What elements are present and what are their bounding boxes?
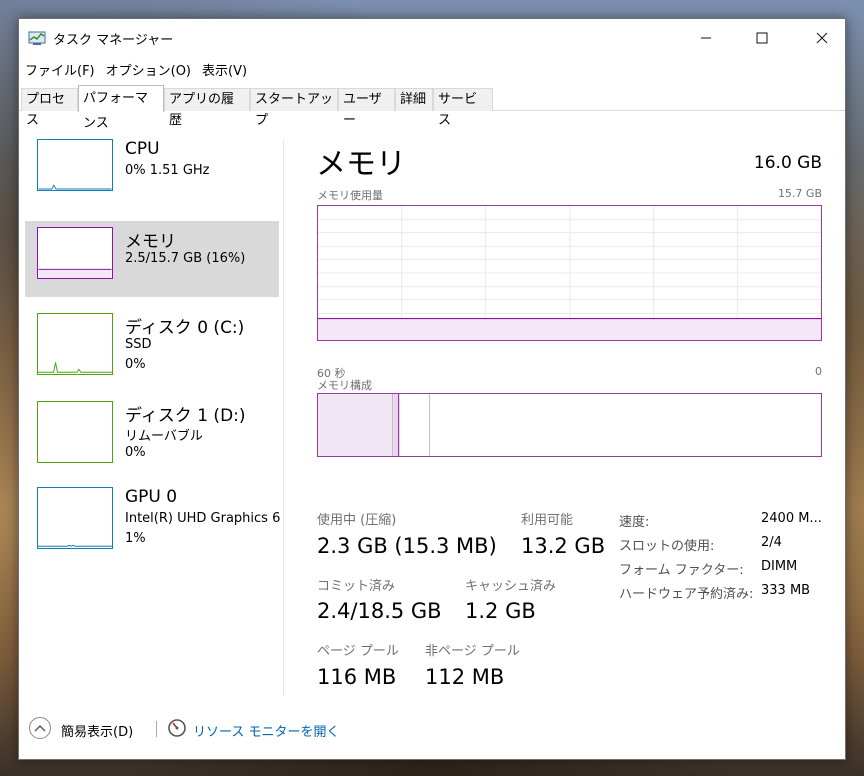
page-title: メモリ: [316, 147, 406, 182]
sidebar-item-detail: リムーバブル: [125, 429, 203, 444]
paged-pool-value: 116 MB: [317, 665, 397, 689]
available-value: 13.2 GB: [521, 534, 606, 558]
task-manager-window: タスク マネージャー ファイル(F) オプション(O) 表示(V) プロセス パ…: [18, 18, 846, 760]
fewer-details-button[interactable]: [29, 717, 51, 739]
sidebar-item-usage: 0%: [125, 357, 146, 372]
resource-sidebar: CPU 0% 1.51 GHz メモリ 2.5/15.7 GB (16%) ディ…: [25, 133, 281, 553]
close-button[interactable]: [799, 19, 845, 57]
menu-file[interactable]: ファイル(F): [25, 60, 95, 79]
committed-label: コミット済み: [317, 579, 396, 594]
memory-usage-max: 15.7 GB: [777, 187, 822, 200]
memory-detail-pane: メモリ 16.0 GB メモリ使用量 15.7 GB 60 秒 0 メモリ構成 …: [284, 129, 844, 709]
sidebar-item-detail: 0% 1.51 GHz: [125, 163, 210, 178]
task-manager-icon: [28, 31, 46, 45]
paged-pool-label: ページ プール: [317, 644, 399, 659]
cached-label: キャッシュ済み: [465, 579, 557, 594]
graph-axis-right: 0: [815, 365, 822, 378]
tab-users[interactable]: ユーザー: [338, 88, 395, 128]
tab-startup[interactable]: スタートアップ: [250, 88, 338, 128]
tab-processes[interactable]: プロセス: [21, 88, 78, 128]
sidebar-item-label: メモリ: [125, 232, 176, 252]
menu-bar: ファイル(F) オプション(O) 表示(V): [19, 57, 845, 81]
cached-value: 1.2 GB: [465, 599, 536, 623]
menu-options[interactable]: オプション(O): [106, 60, 191, 79]
sidebar-item-label: GPU 0: [125, 487, 178, 507]
title-bar[interactable]: タスク マネージャー: [19, 19, 845, 57]
sidebar-item-gpu-0[interactable]: GPU 0 Intel(R) UHD Graphics 6 1%: [25, 481, 281, 557]
maximize-button[interactable]: [739, 19, 785, 57]
sidebar-item-detail: Intel(R) UHD Graphics 6: [125, 511, 281, 526]
chevron-up-icon: [34, 725, 46, 732]
sidebar-item-label: CPU: [125, 139, 160, 159]
available-label: 利用可能: [521, 513, 574, 528]
hardware-reserved-label: ハードウェア予約済み:: [619, 587, 754, 602]
tab-bar: プロセス パフォーマンス アプリの履歴 スタートアップ ユーザー 詳細 サービス: [19, 85, 845, 131]
memory-usage-label: メモリ使用量: [317, 189, 383, 202]
sidebar-item-memory[interactable]: メモリ 2.5/15.7 GB (16%): [25, 221, 279, 297]
minimize-icon: [701, 37, 711, 39]
window-title: タスク マネージャー: [53, 33, 174, 48]
nonpaged-pool-label: 非ページ プール: [425, 644, 520, 659]
memory-composition-label: メモリ構成: [317, 379, 372, 392]
resource-monitor-icon[interactable]: [167, 718, 187, 738]
sidebar-item-usage: 0%: [125, 445, 146, 460]
nonpaged-pool-value: 112 MB: [425, 665, 505, 689]
in-use-value: 2.3 GB (15.3 MB): [317, 534, 497, 558]
sidebar-item-disk-1[interactable]: ディスク 1 (D:) リムーバブル 0%: [25, 395, 279, 471]
tab-services[interactable]: サービス: [433, 88, 493, 128]
memory-usage-area: [318, 318, 821, 340]
close-icon: [816, 32, 828, 44]
fewer-details-label[interactable]: 簡易表示(D): [61, 721, 133, 740]
sidebar-item-usage: 1%: [125, 531, 146, 546]
tab-details[interactable]: 詳細: [395, 88, 433, 111]
disk-1-thumbnail-graph: [37, 401, 113, 463]
sidebar-item-detail: SSD: [125, 337, 152, 352]
gpu-0-thumbnail-graph: [37, 487, 113, 549]
slots-value: 2/4: [761, 535, 782, 550]
in-use-label: 使用中 (圧縮): [317, 513, 397, 528]
menu-view[interactable]: 表示(V): [202, 60, 247, 79]
form-factor-label: フォーム ファクター:: [619, 563, 744, 578]
hardware-reserved-value: 333 MB: [761, 583, 811, 598]
tab-performance[interactable]: パフォーマンス: [78, 85, 164, 131]
tab-app-history[interactable]: アプリの履歴: [164, 88, 250, 128]
slots-label: スロットの使用:: [619, 539, 715, 554]
form-factor-value: DIMM: [761, 559, 798, 574]
disk-0-thumbnail-graph: [37, 313, 113, 375]
memory-composition-bar: [317, 393, 822, 457]
footer-divider: [156, 721, 157, 737]
speed-value: 2400 M...: [761, 511, 822, 526]
sidebar-item-disk-0[interactable]: ディスク 0 (C:) SSD 0%: [25, 307, 279, 383]
minimize-button[interactable]: [683, 19, 729, 57]
maximize-icon: [756, 32, 768, 44]
speed-label: 速度:: [619, 515, 650, 530]
sidebar-item-label: ディスク 0 (C:): [125, 318, 245, 338]
cpu-thumbnail-graph: [37, 139, 113, 191]
memory-usage-graph: [317, 205, 822, 341]
memory-total: 16.0 GB: [753, 153, 822, 173]
committed-value: 2.4/18.5 GB: [317, 599, 442, 623]
sidebar-item-detail: 2.5/15.7 GB (16%): [125, 251, 246, 266]
sidebar-item-label: ディスク 1 (D:): [125, 406, 246, 426]
open-resource-monitor-link[interactable]: リソース モニターを開く: [193, 721, 339, 740]
sidebar-item-cpu[interactable]: CPU 0% 1.51 GHz: [25, 133, 279, 209]
footer-bar: 簡易表示(D) リソース モニターを開く: [19, 715, 845, 745]
memory-thumbnail-graph: [37, 227, 113, 279]
